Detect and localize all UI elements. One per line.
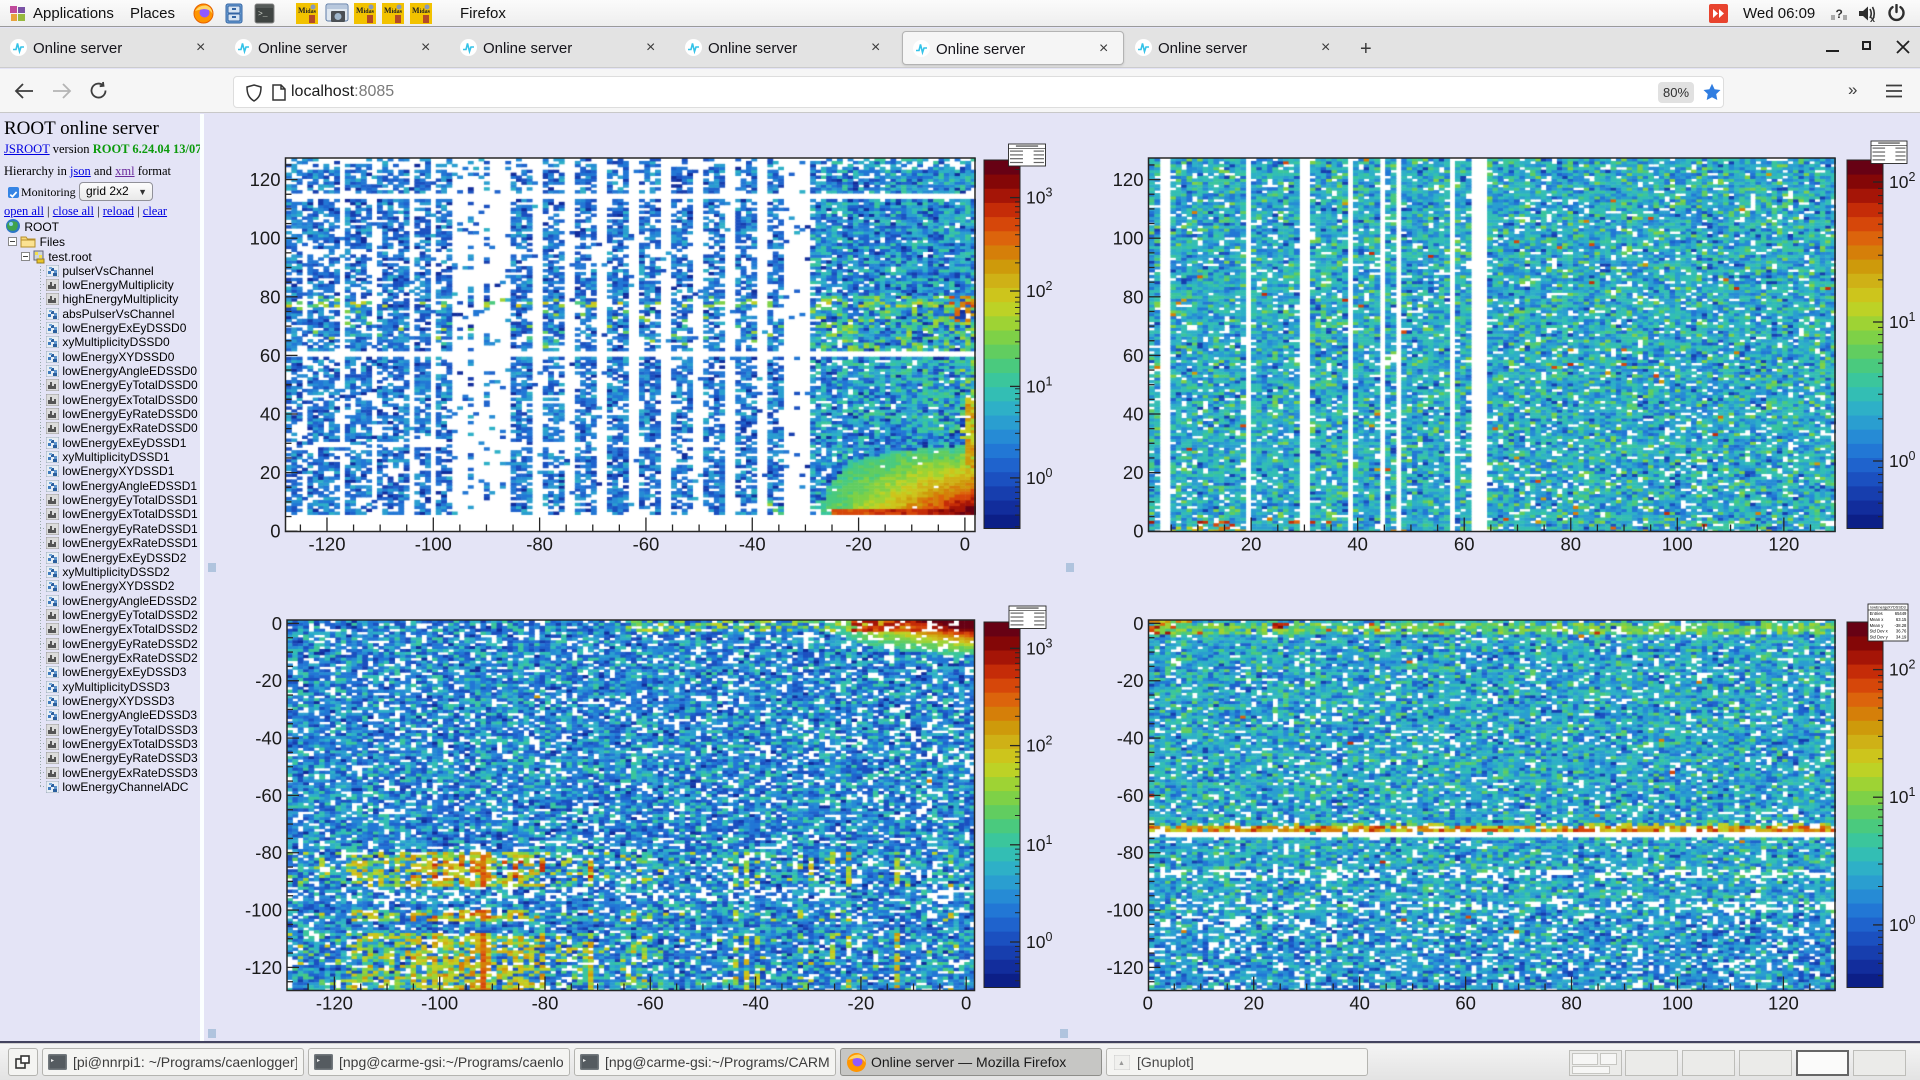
svg-text:60: 60 [1454, 534, 1475, 555]
svg-text:40: 40 [1349, 993, 1370, 1014]
svg-text:-100: -100 [1106, 900, 1143, 921]
svg-text:-120: -120 [245, 957, 282, 978]
svg-text:100: 100 [1026, 466, 1052, 488]
svg-text:103: 103 [1026, 636, 1052, 658]
svg-text:-120: -120 [308, 534, 345, 555]
svg-text:40: 40 [1123, 404, 1144, 425]
svg-text:0: 0 [960, 534, 970, 555]
svg-text:80: 80 [260, 286, 281, 307]
svg-text:100: 100 [1113, 228, 1144, 249]
svg-text:Std Dev x: Std Dev x [1870, 629, 1889, 634]
svg-text:101: 101 [1026, 374, 1052, 396]
svg-text:-60: -60 [1117, 785, 1144, 806]
svg-text:-60: -60 [637, 993, 664, 1014]
svg-text:x: x [1870, 14, 1875, 22]
svg-text:80: 80 [1561, 993, 1582, 1014]
svg-text:36.76: 36.76 [1896, 629, 1907, 634]
svg-text:100: 100 [1889, 449, 1915, 471]
svg-text:120: 120 [1768, 534, 1799, 555]
svg-text:Std Dev y: Std Dev y [1870, 635, 1889, 640]
svg-text:120: 120 [1768, 993, 1799, 1014]
svg-text:100: 100 [1889, 913, 1915, 935]
svg-text:102: 102 [1026, 734, 1052, 756]
svg-text:Entries: Entries [1870, 611, 1883, 616]
svg-text:-20: -20 [1117, 670, 1144, 691]
svg-text:-80: -80 [532, 993, 559, 1014]
svg-text:-80: -80 [1117, 842, 1144, 863]
svg-text:-40: -40 [739, 534, 766, 555]
svg-text:100: 100 [1662, 993, 1693, 1014]
svg-text:-100: -100 [245, 900, 282, 921]
svg-text:▲: ▲ [1118, 1060, 1125, 1067]
svg-text:102: 102 [1889, 658, 1915, 680]
svg-text:65449: 65449 [1895, 611, 1907, 616]
svg-text:120: 120 [250, 169, 281, 190]
svg-text:▸: ▸ [51, 1058, 54, 1064]
svg-text:100: 100 [1662, 534, 1693, 555]
svg-text:60: 60 [1455, 993, 1476, 1014]
svg-text:63.15: 63.15 [1896, 617, 1907, 622]
svg-text:-20: -20 [255, 670, 282, 691]
svg-text:-40: -40 [255, 728, 282, 749]
svg-text:-80: -80 [255, 842, 282, 863]
svg-text:-60: -60 [633, 534, 660, 555]
svg-text:?: ? [1836, 7, 1843, 21]
svg-text:-38.28: -38.28 [1895, 623, 1908, 628]
svg-text:-100: -100 [421, 993, 458, 1014]
svg-text:-20: -20 [848, 993, 875, 1014]
svg-text:60: 60 [1123, 345, 1144, 366]
svg-text:-40: -40 [1117, 728, 1144, 749]
svg-text:102: 102 [1889, 170, 1915, 192]
svg-text:20: 20 [1123, 462, 1144, 483]
svg-text:60: 60 [260, 345, 281, 366]
svg-text:-120: -120 [316, 993, 353, 1014]
svg-text:100: 100 [250, 228, 281, 249]
svg-text:-120: -120 [1106, 957, 1143, 978]
svg-text:>_: >_ [258, 10, 268, 19]
svg-text:80: 80 [1560, 534, 1581, 555]
svg-text:-60: -60 [255, 785, 282, 806]
svg-text:0: 0 [1133, 613, 1143, 634]
svg-text:▸: ▸ [317, 1058, 320, 1064]
svg-text:-40: -40 [742, 993, 769, 1014]
svg-text:120: 120 [1113, 169, 1144, 190]
svg-text:▸: ▸ [583, 1058, 586, 1064]
svg-text:101: 101 [1889, 310, 1915, 332]
svg-text:20: 20 [1243, 993, 1264, 1014]
svg-text:0: 0 [1143, 993, 1153, 1014]
svg-text:34.19: 34.19 [1896, 635, 1907, 640]
svg-text:-80: -80 [526, 534, 553, 555]
svg-text:Mean x: Mean x [1870, 617, 1885, 622]
svg-text:103: 103 [1026, 186, 1052, 208]
svg-text:0: 0 [1133, 521, 1143, 542]
svg-text:0: 0 [270, 521, 280, 542]
svg-text:0: 0 [272, 613, 282, 634]
svg-text:20: 20 [260, 462, 281, 483]
svg-text:20: 20 [1241, 534, 1262, 555]
svg-text:-20: -20 [845, 534, 872, 555]
svg-text:lowEnergyXYDSSD3: lowEnergyXYDSSD3 [1870, 605, 1905, 609]
svg-text:-100: -100 [415, 534, 452, 555]
svg-text:40: 40 [260, 404, 281, 425]
svg-text:Mean y: Mean y [1870, 623, 1885, 628]
svg-text:101: 101 [1889, 785, 1915, 807]
svg-text:102: 102 [1026, 279, 1052, 301]
svg-text:101: 101 [1026, 833, 1052, 855]
svg-text:40: 40 [1347, 534, 1368, 555]
svg-text:0: 0 [961, 993, 971, 1014]
svg-text:80: 80 [1123, 286, 1144, 307]
svg-text:100: 100 [1026, 930, 1052, 952]
